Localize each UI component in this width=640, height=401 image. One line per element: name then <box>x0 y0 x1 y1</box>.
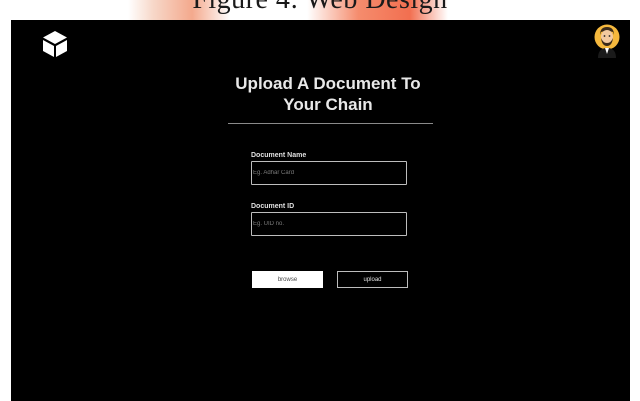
user-avatar-icon[interactable] <box>594 24 620 58</box>
figure-caption: Figure 4: Web Design <box>0 0 640 16</box>
page-title: Upload A Document To Your Chain <box>223 73 433 115</box>
title-divider <box>228 123 433 124</box>
page-title-line-1: Upload A Document To <box>235 74 421 93</box>
document-name-label: Document Name <box>251 152 307 159</box>
upload-button[interactable]: upload <box>337 271 408 288</box>
document-id-input[interactable] <box>251 212 407 236</box>
document-id-label: Document ID <box>251 203 295 210</box>
browse-button[interactable]: browse <box>252 271 323 288</box>
figure-caption-strip: Figure 4: Web Design <box>0 0 640 20</box>
app-screen: Upload A Document To Your Chain Document… <box>11 20 630 401</box>
cube-logo-icon[interactable] <box>42 30 68 58</box>
page-title-line-2: Your Chain <box>283 95 373 114</box>
document-name-input[interactable] <box>251 161 407 185</box>
